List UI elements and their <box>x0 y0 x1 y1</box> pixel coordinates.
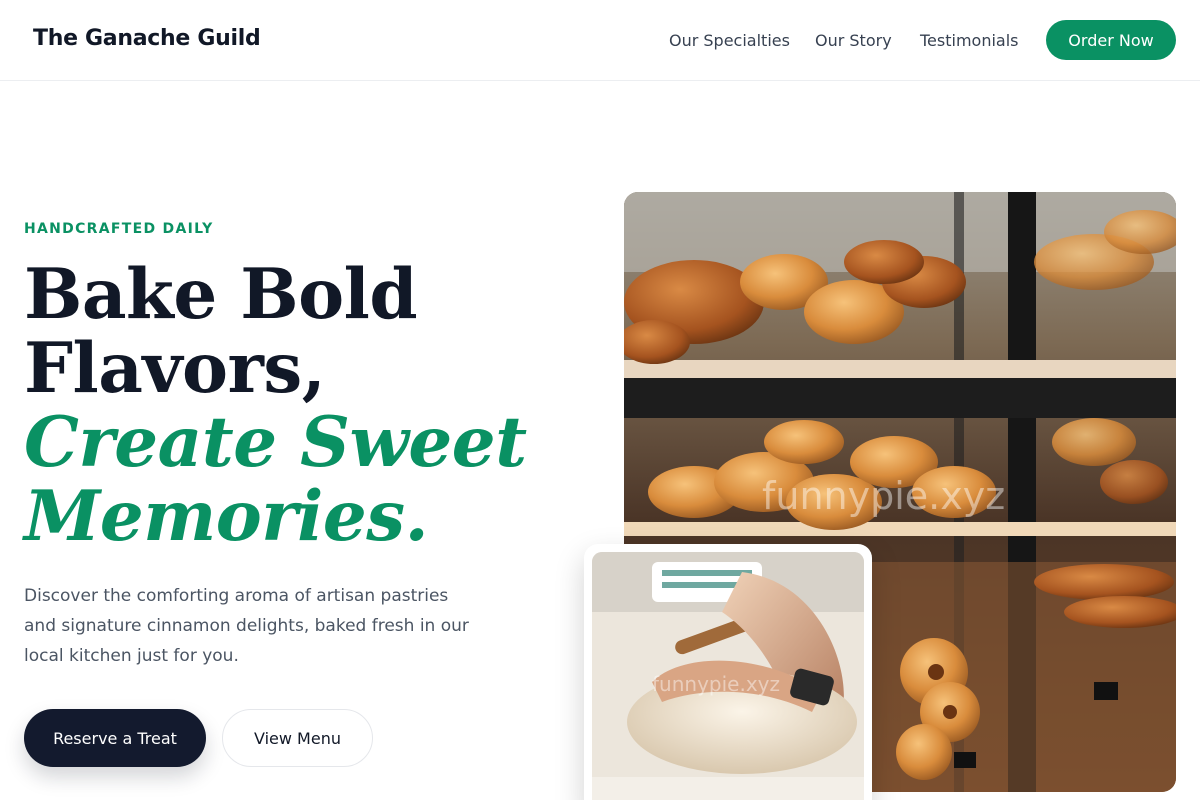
nav-link-specialties[interactable]: Our Specialties <box>669 31 790 50</box>
hero-headline: Bake Bold Flavors, Create Sweet Memories… <box>24 258 544 554</box>
site-header: The Ganache Guild Our Specialties Our St… <box>0 0 1200 81</box>
order-now-button[interactable]: Order Now <box>1046 20 1176 60</box>
brand-logo-text[interactable]: The Ganache Guild <box>33 26 261 51</box>
hero-eyebrow: HANDCRAFTED DAILY <box>24 221 214 237</box>
view-menu-button[interactable]: View Menu <box>222 709 373 767</box>
headline-accent-line-1: Create Sweet <box>24 402 527 483</box>
headline-line-1: Bake Bold <box>24 254 418 335</box>
reserve-treat-button[interactable]: Reserve a Treat <box>24 709 206 767</box>
main-image-watermark: funnypie.xyz <box>762 474 1006 518</box>
headline-line-2: Flavors, <box>24 328 326 409</box>
nav-link-testimonials[interactable]: Testimonials <box>920 31 1019 50</box>
inset-image-watermark: funnypie.xyz <box>652 672 780 696</box>
headline-accent-line-2: Memories. <box>24 476 429 557</box>
hero-description: Discover the comforting aroma of artisan… <box>24 586 469 666</box>
dough-kneading-image: funnypie.xyz <box>592 552 864 800</box>
nav-link-our-story[interactable]: Our Story <box>815 31 892 50</box>
